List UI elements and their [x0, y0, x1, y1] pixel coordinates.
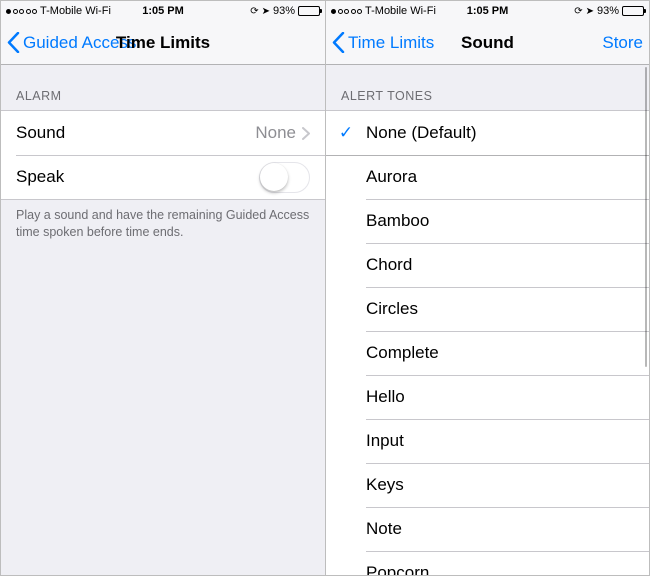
tone-label: Circles — [366, 299, 634, 319]
tone-label: Complete — [366, 343, 634, 363]
rotation-lock-icon: ⟳ — [250, 6, 258, 17]
chevron-right-icon — [302, 127, 310, 140]
tone-label: Aurora — [366, 167, 634, 187]
tone-label: Keys — [366, 475, 634, 495]
pane-sound: T-Mobile Wi-Fi 1:05 PM ⟳ ➤ 93% Time Limi… — [325, 1, 649, 575]
back-button[interactable]: Time Limits — [332, 32, 434, 53]
tone-cell[interactable]: Circles — [326, 287, 649, 331]
status-time: 1:05 PM — [467, 5, 509, 17]
speak-cell: Speak — [1, 155, 325, 199]
store-button[interactable]: Store — [602, 33, 643, 53]
tone-label: None (Default) — [366, 123, 634, 143]
section-footer: Play a sound and have the remaining Guid… — [1, 200, 325, 248]
chevron-left-icon — [332, 32, 345, 53]
sound-value: None — [255, 123, 296, 143]
alarm-group: Sound None Speak — [1, 110, 325, 200]
battery-icon — [622, 6, 644, 16]
status-bar: T-Mobile Wi-Fi 1:05 PM ⟳ ➤ 93% — [1, 1, 325, 21]
tone-label: Chord — [366, 255, 634, 275]
tone-cell[interactable]: Hello — [326, 375, 649, 419]
chevron-left-icon — [7, 32, 20, 53]
carrier-label: T-Mobile Wi-Fi — [365, 5, 436, 17]
back-label: Guided Access — [23, 33, 136, 53]
sound-cell[interactable]: Sound None — [1, 111, 325, 155]
carrier-label: T-Mobile Wi-Fi — [40, 5, 111, 17]
speak-label: Speak — [16, 167, 64, 187]
nav-bar: Time Limits Sound Store — [326, 21, 649, 65]
alert-tones-group: ✓None (Default) Aurora Bamboo Chord Circles C… — [326, 110, 649, 575]
location-icon: ➤ — [262, 6, 270, 17]
back-button[interactable]: Guided Access — [7, 32, 136, 53]
tone-cell[interactable]: Chord — [326, 243, 649, 287]
signal-dots-icon — [6, 9, 37, 14]
back-label: Time Limits — [348, 33, 434, 53]
pane-time-limits: T-Mobile Wi-Fi 1:05 PM ⟳ ➤ 93% Guided Ac… — [1, 1, 325, 575]
battery-pct: 93% — [597, 5, 619, 17]
battery-icon — [298, 6, 320, 16]
tone-cell[interactable]: Aurora — [326, 155, 649, 199]
status-bar: T-Mobile Wi-Fi 1:05 PM ⟳ ➤ 93% — [326, 1, 649, 21]
tone-cell[interactable]: Input — [326, 419, 649, 463]
tone-cell[interactable]: Complete — [326, 331, 649, 375]
battery-pct: 93% — [273, 5, 295, 17]
tone-cell[interactable]: Bamboo — [326, 199, 649, 243]
tone-label: Hello — [366, 387, 634, 407]
tone-label: Note — [366, 519, 634, 539]
scroll-indicator — [645, 67, 648, 367]
tone-cell[interactable]: Keys — [326, 463, 649, 507]
sound-label: Sound — [16, 123, 65, 143]
status-time: 1:05 PM — [142, 5, 184, 17]
tone-cell[interactable]: ✓None (Default) — [326, 111, 649, 155]
nav-bar: Guided Access Time Limits — [1, 21, 325, 65]
tone-cell[interactable]: Note — [326, 507, 649, 551]
tone-label: Bamboo — [366, 211, 634, 231]
signal-dots-icon — [331, 9, 362, 14]
tone-label: Input — [366, 431, 634, 451]
tone-label: Popcorn — [366, 563, 634, 575]
section-header-tones: ALERT TONES — [326, 65, 649, 110]
checkmark-icon: ✓ — [326, 123, 366, 143]
speak-toggle[interactable] — [259, 162, 310, 193]
tone-cell[interactable]: Popcorn — [326, 551, 649, 575]
section-header-alarm: ALARM — [1, 65, 325, 110]
rotation-lock-icon: ⟳ — [574, 6, 582, 17]
location-icon: ➤ — [586, 6, 594, 17]
